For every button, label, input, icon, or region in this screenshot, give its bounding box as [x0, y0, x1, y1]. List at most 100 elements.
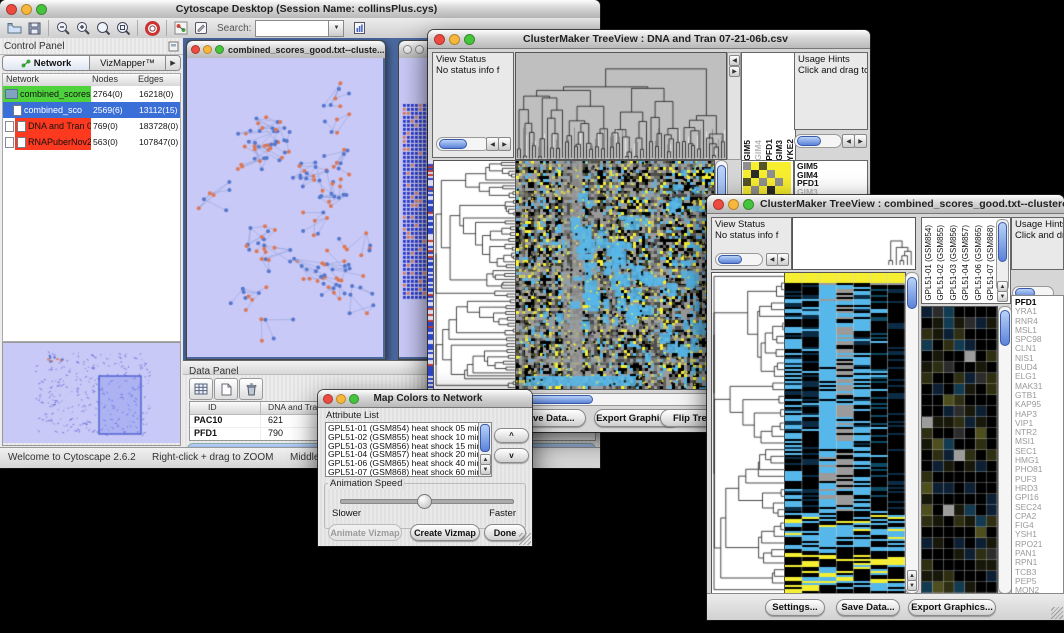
matrix-cell[interactable]: [775, 186, 783, 194]
float-panel-icon[interactable]: [168, 41, 179, 52]
save-button[interactable]: [24, 19, 44, 37]
annotation-button[interactable]: [191, 19, 211, 37]
delete-attribute-button[interactable]: [239, 378, 263, 400]
matrix-cell[interactable]: [775, 178, 783, 186]
new-attribute-button[interactable]: [214, 378, 238, 400]
tv2-save-data-button[interactable]: Save Data...: [836, 599, 900, 616]
slider-thumb[interactable]: [439, 139, 467, 149]
tv2-row-dendrogram[interactable]: [711, 272, 785, 594]
animate-vizmap-button[interactable]: Animate Vizmap: [328, 524, 402, 541]
attribute-list[interactable]: GPL51-01 (GSM854) heat shock 05 minGPL51…: [325, 422, 492, 477]
matrix-cell[interactable]: [767, 186, 775, 194]
matrix-cell[interactable]: [775, 170, 783, 178]
tv1-row-dendrogram[interactable]: [433, 160, 516, 390]
slider-thumb[interactable]: [797, 136, 821, 146]
minimize-icon[interactable]: [449, 34, 460, 45]
close-icon[interactable]: [6, 4, 17, 15]
help-button[interactable]: [142, 19, 162, 37]
zoom-window-icon[interactable]: [349, 394, 359, 404]
close-icon[interactable]: [323, 394, 333, 404]
tab-network[interactable]: Network: [2, 55, 90, 71]
tv1-zoom-slider[interactable]: [436, 137, 490, 151]
network-canvas[interactable]: [187, 58, 383, 357]
network-row[interactable]: RNAPuberNov2+563(0)107847(0): [3, 134, 180, 150]
matrix-cell[interactable]: [775, 162, 783, 170]
zoom-window-icon[interactable]: [36, 4, 47, 15]
tv2-column-dendrogram[interactable]: [792, 217, 916, 270]
pane-right-button[interactable]: ▶: [729, 66, 740, 77]
matrix-cell[interactable]: [743, 170, 751, 178]
network-list-empty-area[interactable]: [2, 150, 181, 342]
tab-overflow-button[interactable]: ▶: [166, 55, 181, 71]
tv2-export-graphics-button[interactable]: Export Graphics...: [908, 599, 996, 616]
animation-speed-slider[interactable]: [340, 499, 514, 504]
minimize-icon[interactable]: [21, 4, 32, 15]
minimize-icon[interactable]: [336, 394, 346, 404]
matrix-cell[interactable]: [767, 178, 775, 186]
slider-thumb[interactable]: [417, 494, 432, 509]
tv2-heatmap-v-scrollbar[interactable]: ▲ ▼: [905, 272, 919, 594]
move-down-button[interactable]: v: [494, 448, 529, 463]
treeview2-titlebar[interactable]: ClusterMaker TreeView : combined_scores_…: [707, 195, 1064, 214]
network-row[interactable]: DNA and Tran 07769(0)183728(0): [3, 118, 180, 134]
matrix-cell[interactable]: [767, 170, 775, 178]
matrix-cell[interactable]: [751, 178, 759, 186]
matrix-cell[interactable]: [759, 186, 767, 194]
resize-grip[interactable]: [519, 533, 531, 545]
scrollbar-thumb[interactable]: [998, 222, 1007, 262]
network-overview-panel[interactable]: [2, 342, 181, 446]
matrix-cell[interactable]: [759, 178, 767, 186]
tv2-zoom-heatmap[interactable]: [921, 306, 998, 594]
matrix-cell[interactable]: [751, 162, 759, 170]
zoom-window-icon[interactable]: [743, 199, 754, 210]
matrix-cell[interactable]: [783, 186, 791, 194]
close-icon[interactable]: [403, 45, 412, 54]
tv2-zoom-slider[interactable]: [715, 253, 763, 266]
close-icon[interactable]: [434, 34, 445, 45]
attribute-list-scrollbar[interactable]: ▲ ▼: [478, 423, 491, 476]
search-dropdown-button[interactable]: ▼: [329, 20, 344, 37]
pane-left-button[interactable]: ◀: [729, 55, 740, 66]
matrix-cell[interactable]: [743, 178, 751, 186]
main-titlebar[interactable]: Cytoscape Desktop (Session Name: collins…: [0, 0, 600, 19]
matrix-cell[interactable]: [751, 186, 759, 194]
network-row[interactable]: combined_scores2764(0)16218(0): [3, 86, 180, 102]
network-view-titlebar[interactable]: combined_scores_good.txt--cluste...: [187, 41, 385, 59]
tv2-zoom-scrollbar[interactable]: [998, 306, 1012, 594]
plugins-button[interactable]: [171, 19, 191, 37]
scroll-right-button[interactable]: ▶: [854, 134, 867, 148]
matrix-cell[interactable]: [759, 170, 767, 178]
slider-thumb[interactable]: [718, 255, 742, 264]
tv1-heatmap[interactable]: [515, 160, 715, 390]
zoom-window-icon[interactable]: [464, 34, 475, 45]
zoom-window-icon[interactable]: [215, 45, 224, 54]
scrollbar-thumb[interactable]: [480, 424, 490, 452]
network-row[interactable]: combined_sco2569(6)13112(15): [3, 102, 180, 118]
treeview1-titlebar[interactable]: ClusterMaker TreeView : DNA and Tran 07-…: [428, 30, 870, 49]
close-icon[interactable]: [191, 45, 200, 54]
scrollbar-thumb[interactable]: [907, 277, 917, 309]
close-icon[interactable]: [713, 199, 724, 210]
matrix-cell[interactable]: [783, 170, 791, 178]
matrix-cell[interactable]: [743, 186, 751, 194]
tv2-global-heatmap[interactable]: [784, 272, 906, 594]
tv1-column-dendrogram[interactable]: [515, 52, 727, 160]
resize-grip[interactable]: [1051, 607, 1063, 619]
move-up-button[interactable]: ^: [494, 428, 529, 443]
matrix-cell[interactable]: [743, 162, 751, 170]
report-button[interactable]: [350, 19, 370, 37]
overview-canvas[interactable]: [3, 343, 180, 443]
create-vizmap-button[interactable]: Create Vizmap: [410, 524, 480, 541]
matrix-cell[interactable]: [783, 178, 791, 186]
matrix-cell[interactable]: [767, 162, 775, 170]
matrix-cell[interactable]: [759, 162, 767, 170]
scroll-right-button[interactable]: ▶: [777, 253, 789, 266]
zoom-fit-button[interactable]: [93, 19, 113, 37]
matrix-cell[interactable]: [751, 170, 759, 178]
scroll-right-button[interactable]: ▶: [498, 137, 511, 151]
scroll-down-button[interactable]: ▼: [997, 291, 1008, 302]
datapanel-table-button[interactable]: [189, 378, 213, 400]
minimize-icon[interactable]: [203, 45, 212, 54]
dialog-titlebar[interactable]: Map Colors to Network: [318, 390, 532, 408]
scrollbar-thumb[interactable]: [1000, 310, 1010, 346]
